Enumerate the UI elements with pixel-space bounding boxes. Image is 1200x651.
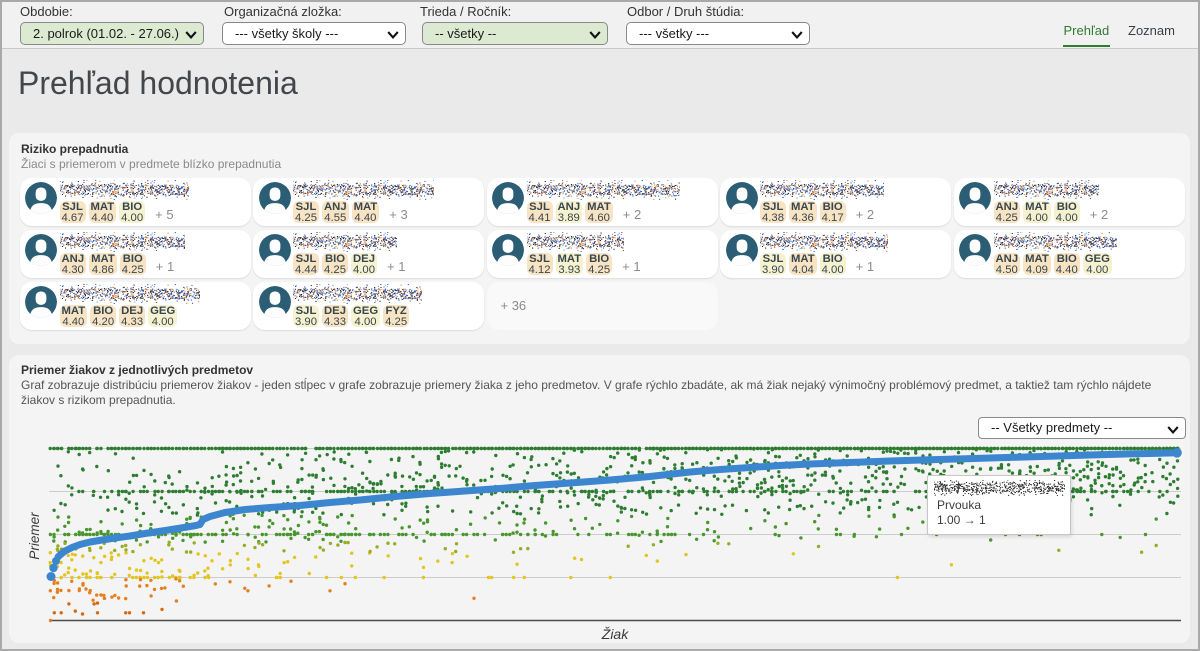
svg-text:Žiak: Žiak [601, 626, 629, 642]
svg-text:Priemer: Priemer [27, 512, 42, 560]
